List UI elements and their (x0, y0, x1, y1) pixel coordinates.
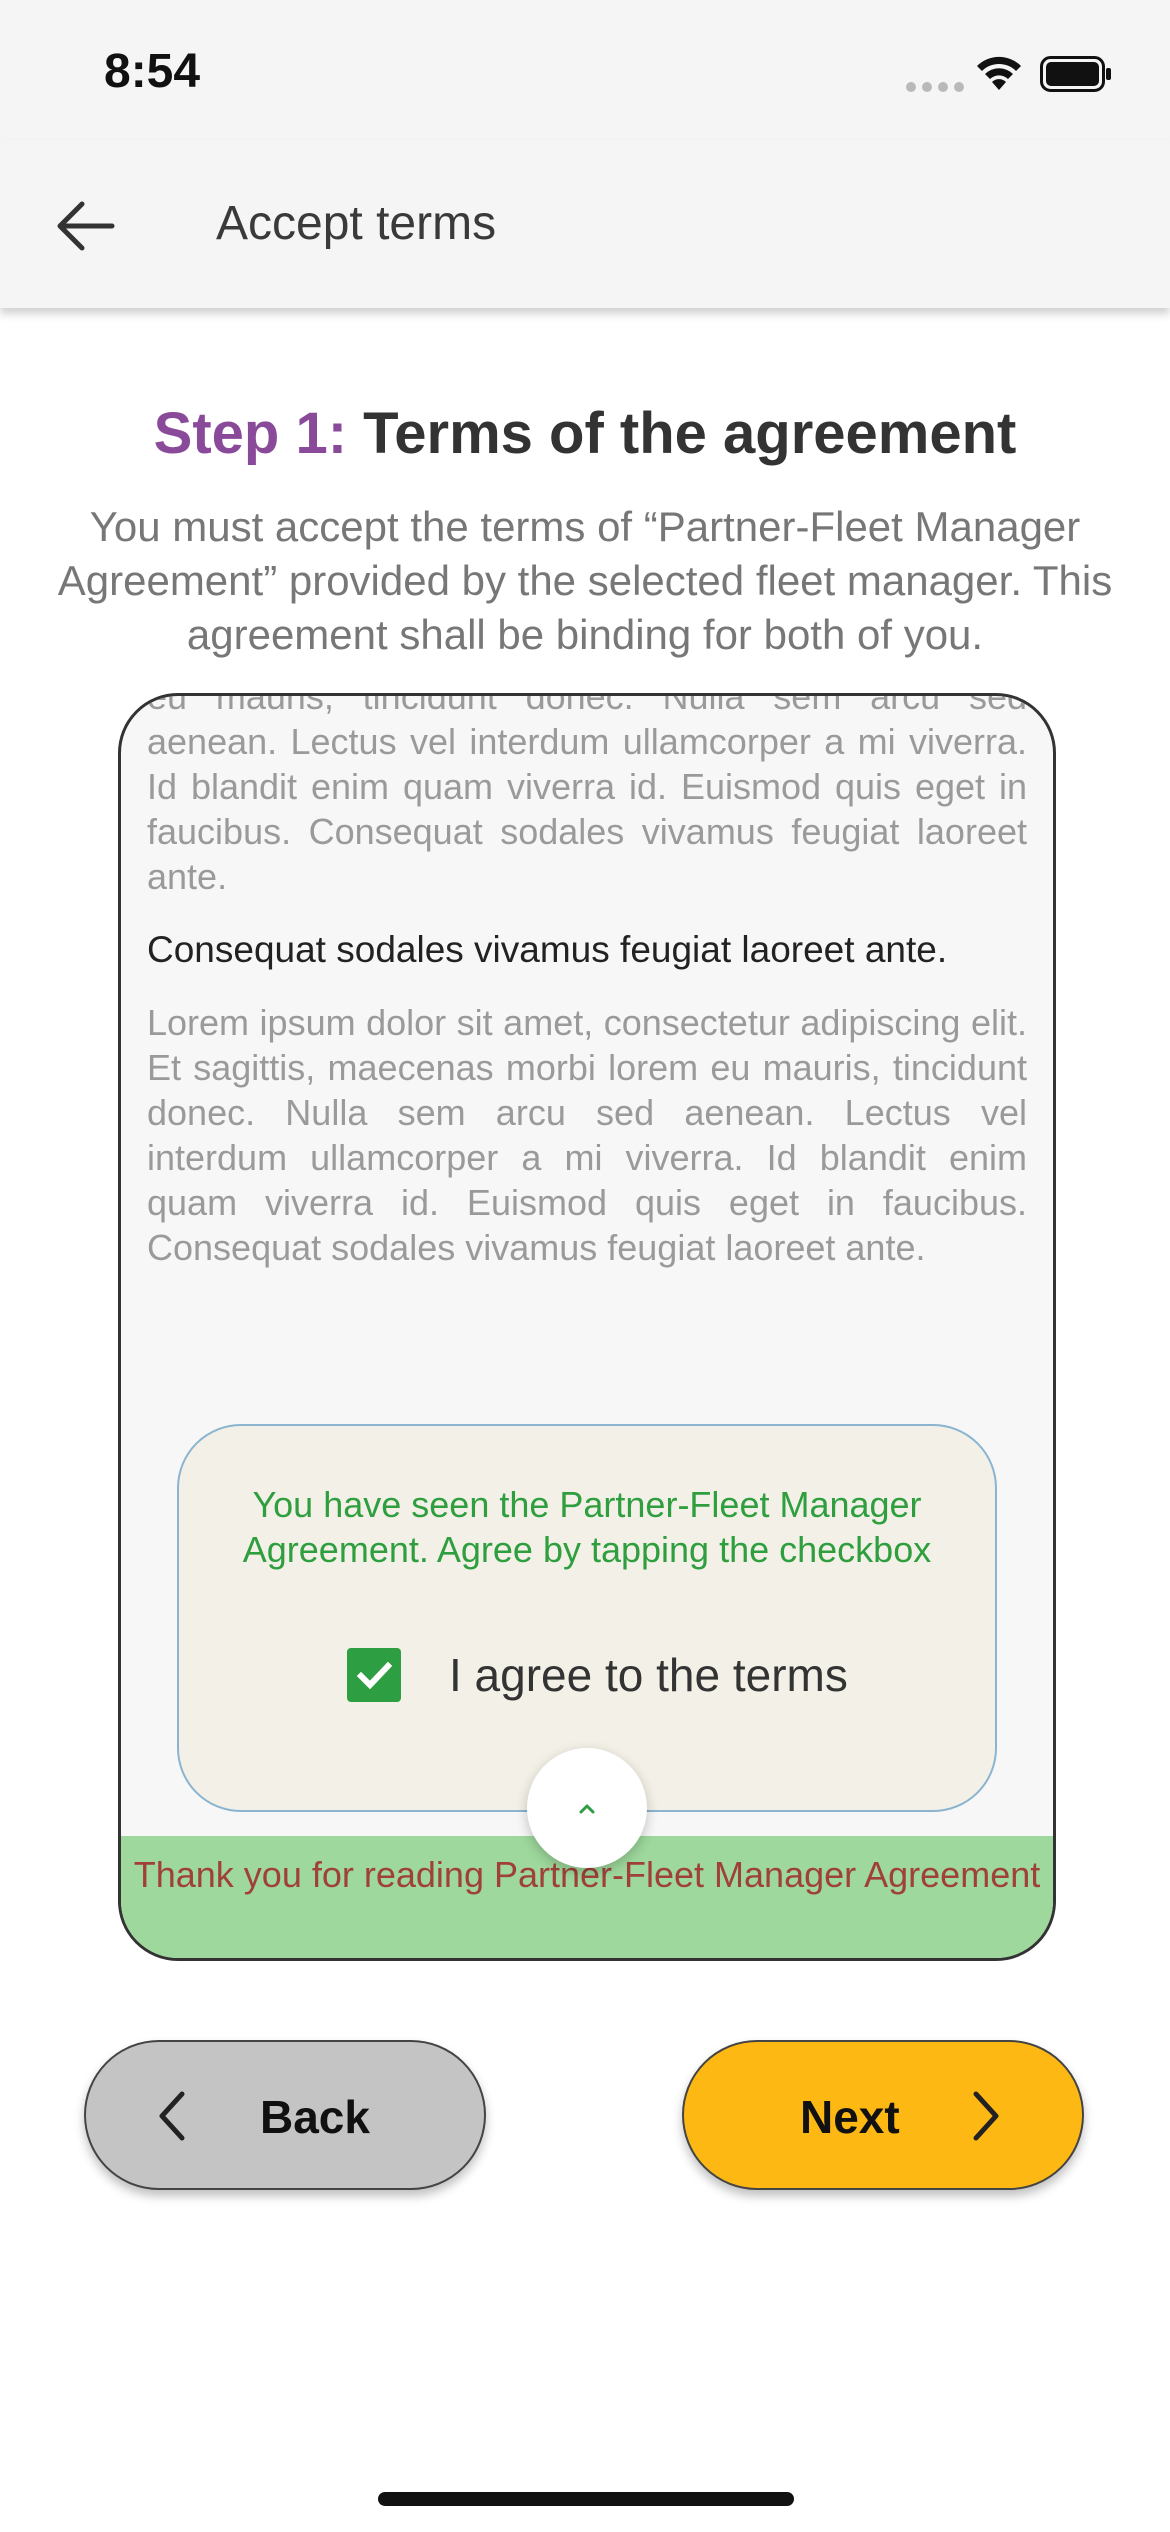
agree-row[interactable]: I agree to the terms (347, 1648, 848, 1702)
next-button[interactable]: Next (682, 2040, 1084, 2190)
app-bar: Accept terms (0, 140, 1170, 308)
status-bar: 8:54 (0, 0, 1170, 140)
check-icon (356, 1661, 393, 1690)
wifi-icon (977, 56, 1021, 90)
agree-checkbox[interactable] (347, 1648, 401, 1702)
terms-paragraph: Lorem ipsum dolor sit amet, consectetur … (147, 1002, 1027, 1268)
back-arrow-icon[interactable] (52, 200, 116, 252)
chevron-right-icon (973, 2091, 999, 2141)
terms-card: eu mauris, tincidunt donec. Nulla sem ar… (118, 693, 1056, 1961)
back-button[interactable]: Back (84, 2040, 486, 2190)
terms-heading: Consequat sodales vivamus feugiat laoree… (147, 929, 948, 970)
step-title: Step 1: Terms of the agreement (0, 400, 1170, 467)
step-title-text: Terms of the agreement (363, 401, 1017, 466)
step-prefix: Step 1: (153, 401, 348, 466)
terms-scroll-area[interactable]: eu mauris, tincidunt donec. Nulla sem ar… (147, 696, 1027, 1356)
chevron-left-icon (159, 2091, 185, 2141)
agreement-message: You have seen the Partner-Fleet Manager … (242, 1484, 932, 1570)
step-description: You must accept the terms of “Partner-Fl… (57, 503, 1113, 658)
app-bar-title: Accept terms (216, 197, 497, 250)
status-time: 8:54 (104, 45, 201, 98)
chevron-up-icon (579, 1804, 595, 1814)
back-button-label: Back (260, 2091, 370, 2143)
agree-label[interactable]: I agree to the terms (449, 1648, 848, 1702)
cellular-signal-icon (906, 82, 964, 92)
next-button-label: Next (800, 2091, 900, 2143)
battery-icon (1040, 56, 1111, 92)
home-indicator[interactable] (378, 2492, 794, 2506)
terms-paragraph-partial: eu mauris, tincidunt donec. Nulla sem ar… (147, 696, 1027, 897)
scroll-top-button[interactable] (527, 1748, 647, 1868)
